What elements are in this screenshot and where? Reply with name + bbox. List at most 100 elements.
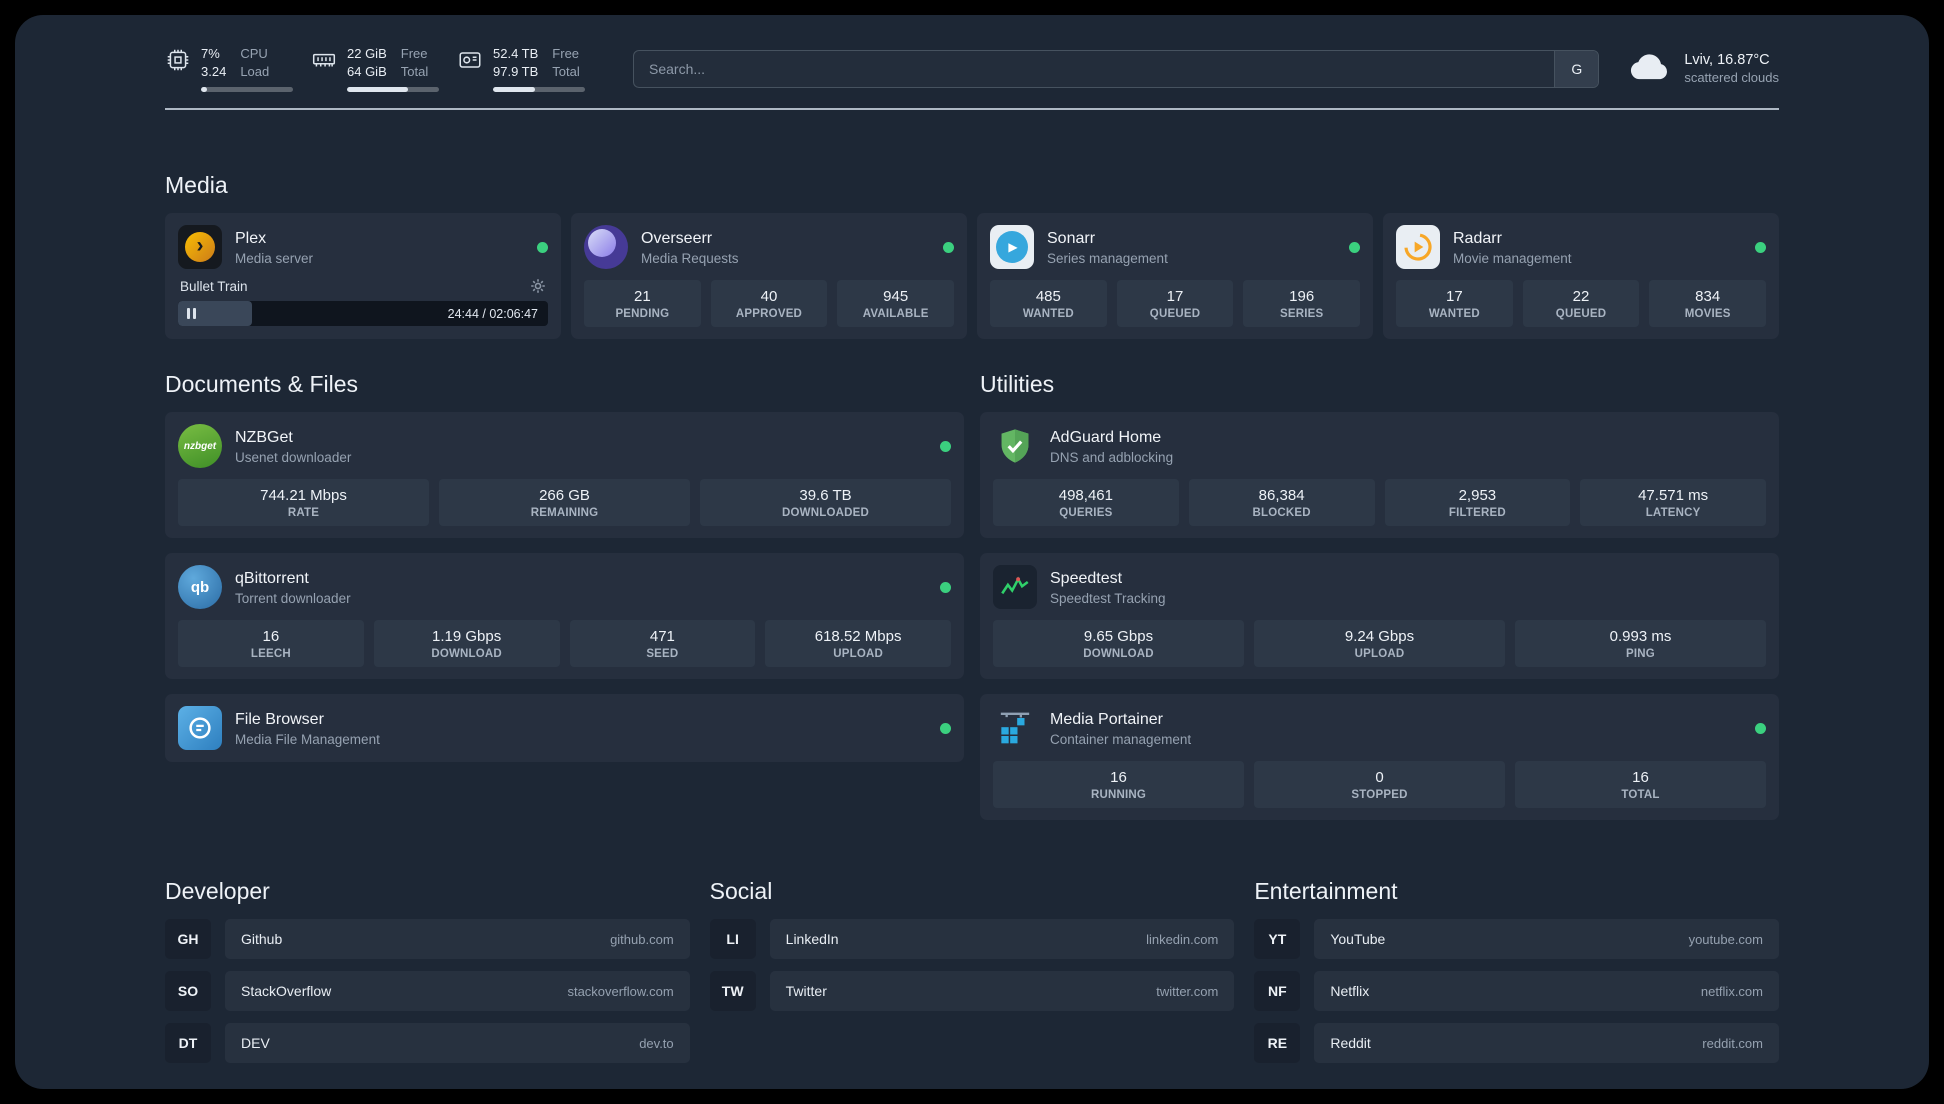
ram-free-label: Free xyxy=(400,46,428,61)
status-dot xyxy=(940,581,951,593)
bookmark-link[interactable]: Netflix netflix.com xyxy=(1314,971,1779,1012)
plex-icon: › xyxy=(178,225,222,270)
topbar: 7% 3.24 CPU Load 22 GiB 64 GiB Free Tota… xyxy=(165,45,1779,93)
cpu-progress-bar xyxy=(201,87,293,93)
bookmark-abbr[interactable]: DT xyxy=(165,1023,211,1064)
service-name: qBittorrent xyxy=(235,569,309,587)
bookmark-abbr[interactable]: GH xyxy=(165,919,211,960)
service-name: NZBGet xyxy=(235,428,293,446)
stat-tile: 47.571 ms LATENCY xyxy=(1580,479,1766,527)
ram-progress-bar xyxy=(347,87,439,93)
stats-row: 16 RUNNING 0 STOPPED 16 TOTAL xyxy=(993,761,1766,809)
pause-icon[interactable] xyxy=(187,308,196,320)
bookmark-link[interactable]: StackOverflow stackoverflow.com xyxy=(225,971,690,1012)
bookmark-row-stackoverflow: SO StackOverflow stackoverflow.com xyxy=(165,971,690,1012)
overseerr-icon xyxy=(584,225,628,270)
utilities-column: Utilities AdGuard Home DNS and adblockin… xyxy=(980,371,1779,821)
sonarr-icon: ▶ xyxy=(990,225,1034,270)
service-subtitle: DNS and adblocking xyxy=(1050,449,1174,465)
cpu-load-value: 3.24 xyxy=(201,64,227,80)
service-card-portainer: Media Portainer Container management 16 R… xyxy=(980,694,1779,821)
bookmark-abbr[interactable]: YT xyxy=(1254,919,1301,960)
service-card-sonarr: ▶ Sonarr Series management 485 WANTED 17 Q… xyxy=(977,213,1373,340)
media-player-bar[interactable]: 24:44 / 02:06:47 xyxy=(178,301,548,327)
bookmark-row-netflix: NF Netflix netflix.com xyxy=(1254,971,1779,1012)
bookmark-abbr[interactable]: LI xyxy=(709,919,756,960)
bookmark-link[interactable]: YouTube youtube.com xyxy=(1314,919,1779,960)
search-input[interactable] xyxy=(634,50,1555,87)
entertainment-column: Entertainment YT YouTube youtube.com NF N… xyxy=(1254,878,1779,1075)
search-provider-button[interactable]: G xyxy=(1554,50,1599,87)
bookmark-abbr[interactable]: NF xyxy=(1254,971,1301,1012)
service-card-nzbget: nzbget NZBGet Usenet downloader 744.21 M… xyxy=(165,412,964,539)
service-name: Overseerr xyxy=(641,229,713,247)
service-subtitle: Media server xyxy=(235,250,314,266)
bookmark-row-reddit: RE Reddit reddit.com xyxy=(1254,1023,1779,1064)
bookmark-link[interactable]: LinkedIn linkedin.com xyxy=(769,919,1235,960)
bookmark-abbr[interactable]: TW xyxy=(709,971,756,1012)
cpu-label: CPU xyxy=(240,46,268,61)
section-title-utilities: Utilities xyxy=(980,371,1055,398)
cpu-load-label: Load xyxy=(240,64,270,80)
stats-row: 16 LEECH 1.19 Gbps DOWNLOAD 471 SEED 618.52… xyxy=(178,620,951,668)
status-dot xyxy=(1755,241,1766,253)
stats-row: 744.21 Mbps RATE 266 GB REMAINING 39.6 TB D… xyxy=(178,479,951,527)
stat-tile: 40 APPROVED xyxy=(710,280,828,328)
service-name: Plex xyxy=(235,229,267,247)
stat-tile: 16 TOTAL xyxy=(1515,761,1766,809)
service-link-radarr[interactable]: Radarr Movie management xyxy=(1396,225,1766,270)
filebrowser-icon xyxy=(178,706,222,751)
stat-tile: 834 MOVIES xyxy=(1649,280,1767,328)
bookmark-abbr[interactable]: RE xyxy=(1254,1023,1301,1064)
service-link-overseerr[interactable]: Overseerr Media Requests xyxy=(584,225,954,270)
status-dot xyxy=(537,241,548,253)
status-dot xyxy=(940,722,951,734)
playback-time: 24:44 / 02:06:47 xyxy=(447,306,538,321)
service-link-plex[interactable]: › Plex Media server xyxy=(178,225,548,270)
weather-location: Lviv, 16.87°C xyxy=(1684,52,1770,69)
stat-tile: 2,953 FILTERED xyxy=(1384,479,1571,527)
adguard-icon xyxy=(993,424,1037,468)
stat-tile: 17 QUEUED xyxy=(1116,280,1234,328)
bookmark-link[interactable]: Reddit reddit.com xyxy=(1314,1023,1779,1064)
service-link-adguard[interactable]: AdGuard Home DNS and adblocking xyxy=(993,424,1766,468)
gear-icon[interactable] xyxy=(530,278,546,294)
bookmark-link[interactable]: Twitter twitter.com xyxy=(769,971,1235,1012)
stat-tile: 498,461 QUERIES xyxy=(993,479,1179,527)
stat-tile: 744.21 Mbps RATE xyxy=(178,479,429,527)
service-link-nzbget[interactable]: nzbget NZBGet Usenet downloader xyxy=(178,424,951,469)
bookmark-row-linkedin: LI LinkedIn linkedin.com xyxy=(709,919,1235,960)
service-name: AdGuard Home xyxy=(1050,428,1162,446)
stat-tile: 196 SERIES xyxy=(1243,280,1361,328)
disk-total-label: Total xyxy=(552,64,580,80)
section-title-social: Social xyxy=(709,878,773,905)
stat-tile: 945 AVAILABLE xyxy=(837,280,955,328)
service-subtitle: Torrent downloader xyxy=(235,590,351,606)
now-playing-row: Bullet Train xyxy=(178,278,548,294)
cpu-icon xyxy=(165,45,191,92)
cpu-percent: 7% xyxy=(201,46,220,61)
service-link-speedtest[interactable]: Speedtest Speedtest Tracking xyxy=(993,565,1766,610)
service-subtitle: Movie management xyxy=(1453,250,1572,266)
topbar-divider xyxy=(165,108,1779,111)
stat-tile: 39.6 TB DOWNLOADED xyxy=(700,479,951,527)
stat-tile: 471 SEED xyxy=(569,620,756,668)
ram-total-label: Total xyxy=(400,64,429,80)
service-link-sonarr[interactable]: ▶ Sonarr Series management xyxy=(990,225,1360,270)
stat-tile: 1.19 Gbps DOWNLOAD xyxy=(373,620,560,668)
bookmark-link[interactable]: Github github.com xyxy=(225,919,690,960)
service-link-filebrowser[interactable]: File Browser Media File Management xyxy=(178,706,951,751)
cpu-widget: 7% 3.24 CPU Load xyxy=(165,45,293,93)
section-title-developer: Developer xyxy=(165,878,270,905)
service-name: File Browser xyxy=(235,710,324,728)
bookmark-abbr[interactable]: SO xyxy=(165,971,211,1012)
service-link-portainer[interactable]: Media Portainer Container management xyxy=(993,706,1766,750)
status-dot xyxy=(943,241,954,253)
speedtest-icon xyxy=(993,565,1037,610)
service-link-qbittorrent[interactable]: qb qBittorrent Torrent downloader xyxy=(178,565,951,610)
radarr-icon xyxy=(1396,225,1440,270)
service-card-filebrowser: File Browser Media File Management xyxy=(165,694,964,763)
stats-row: 21 PENDING 40 APPROVED 945 AVAILABLE xyxy=(584,280,955,328)
bookmark-link[interactable]: DEV dev.to xyxy=(225,1023,690,1064)
service-subtitle: Speedtest Tracking xyxy=(1050,590,1166,606)
